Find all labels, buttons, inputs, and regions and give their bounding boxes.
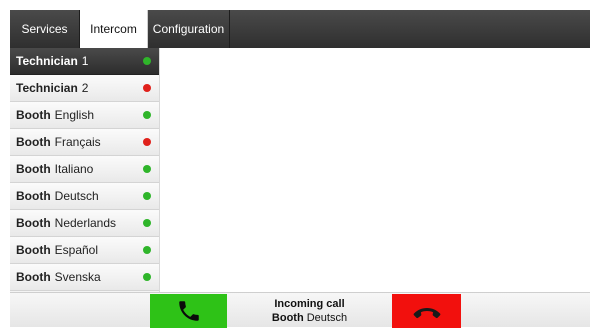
contact-lead: Booth <box>16 243 51 257</box>
status-dot <box>143 246 151 254</box>
contact-name: Español <box>54 243 99 257</box>
status-dot <box>143 192 151 200</box>
caller-name: Deutsch <box>306 312 348 324</box>
contact-item-booth-english[interactable]: Booth English <box>10 102 159 129</box>
contact-name: 1 <box>81 54 89 68</box>
contact-item-booth-espanol[interactable]: Booth Español <box>10 237 159 264</box>
contact-item-booth-italiano[interactable]: Booth Italiano <box>10 156 159 183</box>
contact-item-booth-svenska[interactable]: Booth Svenska <box>10 264 159 291</box>
contact-item-booth-francais[interactable]: Booth Français <box>10 129 159 156</box>
incoming-call-bar: Incoming call Booth Deutsch <box>10 292 590 328</box>
main-content-area <box>160 48 590 292</box>
contact-item-booth-nederlands[interactable]: Booth Nederlands <box>10 210 159 237</box>
contact-item-technician-2[interactable]: Technician 2 <box>10 75 159 102</box>
status-dot <box>143 219 151 227</box>
contact-name: Italiano <box>54 162 94 176</box>
contact-name: 2 <box>81 81 89 95</box>
contact-lead: Booth <box>16 270 51 284</box>
accept-call-button[interactable] <box>150 294 227 328</box>
contact-lead: Technician <box>16 54 78 68</box>
contact-lead: Technician <box>16 81 78 95</box>
contact-item-booth-deutsch[interactable]: Booth Deutsch <box>10 183 159 210</box>
contact-name: English <box>54 108 95 122</box>
status-dot <box>143 138 151 146</box>
phone-hangup-icon <box>413 308 440 319</box>
reject-call-button[interactable] <box>392 294 461 328</box>
contact-name: Nederlands <box>54 216 117 230</box>
intercom-window: Services Intercom Configuration Technici… <box>10 10 590 328</box>
status-dot <box>143 57 151 65</box>
contact-name: Deutsch <box>54 189 99 203</box>
contact-name: Français <box>54 135 101 149</box>
caller-lead: Booth <box>271 312 304 324</box>
contact-item-technician-1[interactable]: Technician 1 <box>10 48 159 75</box>
incoming-call-title: Incoming call <box>274 298 345 310</box>
tab-bar: Services Intercom Configuration <box>10 10 590 48</box>
contact-lead: Booth <box>16 108 51 122</box>
contact-lead: Booth <box>16 135 51 149</box>
tab-configuration[interactable]: Configuration <box>148 10 230 48</box>
status-dot <box>143 84 151 92</box>
tab-intercom[interactable]: Intercom <box>80 10 148 48</box>
status-dot <box>143 165 151 173</box>
contact-lead: Booth <box>16 216 51 230</box>
incoming-call-info: Incoming call Booth Deutsch <box>227 295 392 327</box>
status-dot <box>143 273 151 281</box>
caller-label: Booth Deutsch <box>272 311 347 325</box>
tab-services[interactable]: Services <box>10 10 80 48</box>
contact-list: Technician 1 Technician 2 Booth English … <box>10 48 160 292</box>
contact-name: Svenska <box>54 270 101 284</box>
contact-lead: Booth <box>16 162 51 176</box>
contact-lead: Booth <box>16 189 51 203</box>
phone-accept-icon <box>178 301 199 321</box>
status-dot <box>143 111 151 119</box>
